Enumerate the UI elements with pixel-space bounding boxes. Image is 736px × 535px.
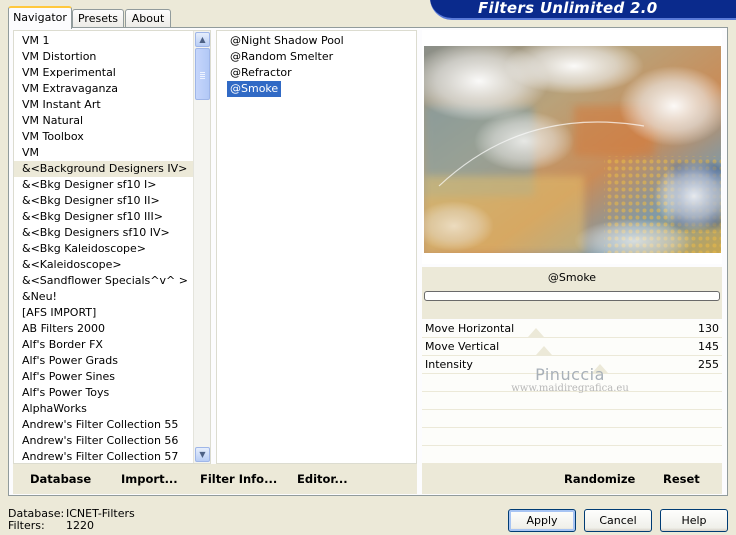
tab-navigator[interactable]: Navigator	[8, 6, 72, 29]
empty-parameter-row	[422, 392, 722, 410]
category-item[interactable]: &<Bkg Kaleidoscope>	[14, 241, 194, 257]
reset-button[interactable]: Reset	[663, 472, 700, 486]
category-item[interactable]: Andrew's Filter Collection 56	[14, 433, 194, 449]
category-scrollbar[interactable]: ▲ ▼	[193, 31, 210, 463]
category-item[interactable]: Andrew's Filter Collection 55	[14, 417, 194, 433]
category-item[interactable]: &<Kaleidoscope>	[14, 257, 194, 273]
filter-item[interactable]: @Smoke	[227, 81, 282, 97]
category-item[interactable]: Alf's Power Sines	[14, 369, 194, 385]
category-item[interactable]: VM Experimental	[14, 65, 194, 81]
parameter-row[interactable]: Move Vertical 145	[422, 338, 722, 356]
filters-count: 1220	[66, 519, 94, 532]
parameter-label: Intensity	[425, 358, 473, 371]
filter-list[interactable]: @Night Shadow Pool @Random Smelter @Refrac…	[216, 30, 417, 464]
database-info: Database: ICNET-Filters Filters: 1220	[8, 508, 135, 532]
left-button-bar: Database Import... Filter Info... Editor…	[13, 464, 417, 494]
category-item[interactable]: VM Toolbox	[14, 129, 194, 145]
category-item[interactable]: &<Bkg Designer sf10 I>	[14, 177, 194, 193]
category-item[interactable]: &<Sandflower Specials^v^ >	[14, 273, 194, 289]
randomize-button[interactable]: Randomize	[564, 472, 635, 486]
category-item[interactable]: &<Bkg Designer sf10 II>	[14, 193, 194, 209]
preview-filter-name: @Smoke	[422, 267, 722, 289]
parameter-value: 145	[698, 340, 719, 353]
slider-marker[interactable]	[528, 328, 545, 337]
empty-parameter-row	[422, 428, 722, 446]
right-button-bar: Randomize Reset	[422, 464, 722, 494]
import-button[interactable]: Import...	[121, 472, 178, 486]
scroll-down-button[interactable]: ▼	[195, 447, 210, 462]
help-button[interactable]: Help	[660, 509, 728, 532]
filters-label: Filters:	[8, 519, 45, 532]
editor-button[interactable]: Editor...	[297, 472, 348, 486]
category-item[interactable]: VM	[14, 145, 194, 161]
chevron-up-icon: ▲	[199, 35, 206, 44]
scroll-thumb[interactable]	[195, 48, 210, 100]
category-item[interactable]: VM Distortion	[14, 49, 194, 65]
slider-marker[interactable]	[535, 346, 552, 355]
database-button[interactable]: Database	[30, 472, 91, 486]
grip-icon	[200, 72, 205, 73]
progress-area	[422, 289, 722, 319]
category-item[interactable]: Alf's Power Toys	[14, 385, 194, 401]
parameter-row[interactable]: Move Horizontal 130	[422, 320, 722, 338]
filter-item[interactable]: @Refractor	[227, 65, 295, 81]
filter-item[interactable]: @Night Shadow Pool	[227, 33, 347, 49]
chevron-down-icon: ▼	[199, 450, 206, 459]
filter-item[interactable]: @Random Smelter	[227, 49, 336, 65]
parameter-value: 255	[698, 358, 719, 371]
apply-button[interactable]: Apply	[508, 509, 576, 532]
parameter-label: Move Horizontal	[425, 322, 515, 335]
tab-about[interactable]: About	[125, 9, 171, 28]
category-item[interactable]: &<Bkg Designers sf10 IV>	[14, 225, 194, 241]
filter-info-button[interactable]: Filter Info...	[200, 472, 277, 486]
category-item[interactable]: AlphaWorks	[14, 401, 194, 417]
smoke-preview-graphic	[424, 46, 721, 253]
category-item[interactable]: [AFS IMPORT]	[14, 305, 194, 321]
preview-area	[422, 30, 722, 264]
progress-bar	[424, 291, 720, 301]
category-item[interactable]: &Neu!	[14, 289, 194, 305]
category-item[interactable]: Alf's Border FX	[14, 337, 194, 353]
category-item[interactable]: VM Extravaganza	[14, 81, 194, 97]
empty-parameter-row	[422, 446, 722, 464]
tab-presets[interactable]: Presets	[72, 9, 124, 28]
category-item[interactable]: &<Background Designers IV>	[14, 161, 194, 177]
empty-parameter-row	[422, 374, 722, 392]
parameter-value: 130	[698, 322, 719, 335]
slider-marker[interactable]	[592, 364, 608, 373]
category-item[interactable]: &<Bkg Designer sf10 III>	[14, 209, 194, 225]
parameter-list: Move Horizontal 130 Move Vertical 145 Intens…	[422, 320, 722, 464]
category-items: VM 1 VM Distortion VM Experimental VM Extra…	[14, 33, 194, 463]
category-item[interactable]: VM Natural	[14, 113, 194, 129]
empty-parameter-row	[422, 410, 722, 428]
category-item[interactable]: Alf's Power Grads	[14, 353, 194, 369]
category-item[interactable]: VM Instant Art	[14, 97, 194, 113]
category-item[interactable]: AB Filters 2000	[14, 321, 194, 337]
filter-items: @Night Shadow Pool @Random Smelter @Refrac…	[227, 33, 347, 97]
category-item[interactable]: VM 1	[14, 33, 194, 49]
preview-image[interactable]	[424, 46, 721, 253]
category-list[interactable]: VM 1 VM Distortion VM Experimental VM Extra…	[13, 30, 211, 464]
parameter-label: Move Vertical	[425, 340, 500, 353]
scroll-up-button[interactable]: ▲	[195, 32, 210, 47]
app-title: Filters Unlimited 2.0	[478, 0, 658, 17]
cancel-button[interactable]: Cancel	[584, 509, 652, 532]
parameter-row[interactable]: Intensity 255	[422, 356, 722, 374]
category-item[interactable]: Andrew's Filter Collection 57	[14, 449, 194, 463]
